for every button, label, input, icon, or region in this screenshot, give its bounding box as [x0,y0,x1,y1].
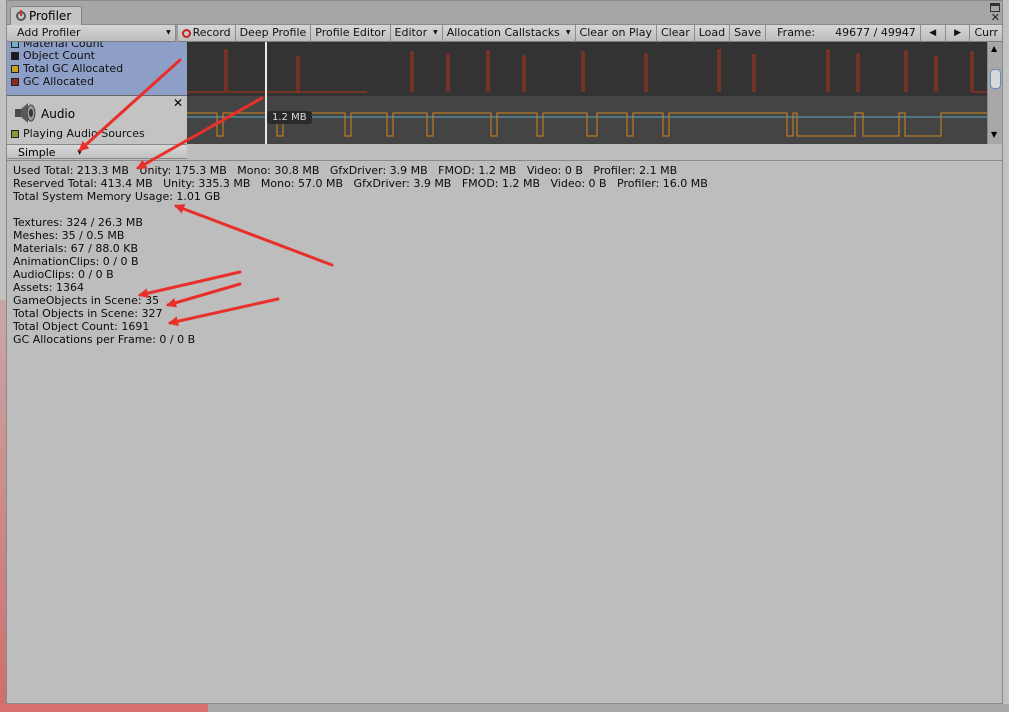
legend-label: Playing Audio Sources [23,127,145,140]
chart-value-tooltip: 1.2 MB [267,111,312,124]
memory-stats-panel: Used Total: 213.3 MB Unity: 175.3 MB Mon… [7,160,1002,703]
memory-module[interactable]: Material Count Object Count Total GC All… [7,42,187,96]
scroll-up-icon[interactable]: ▲ [991,44,997,53]
dropdown-arrow-icon: ▼ [565,29,571,36]
memory-chart-graph [187,49,987,93]
profiler-window: Profiler ✕ Add Profiler ▼ Record Deep Pr… [6,0,1003,704]
scroll-down-icon[interactable]: ▼ [991,130,997,139]
total-objects-in-scene-line: Total Objects in Scene: 327 [13,307,163,320]
view-mode-label: Simple [18,145,56,159]
gc-allocations-line: GC Allocations per Frame: 0 / 0 B [13,333,196,346]
record-icon [181,28,191,38]
allocation-callstacks-label: Allocation Callstacks [446,26,560,39]
modules-scrollbar[interactable]: ▲ ▼ [987,42,1002,144]
profiler-toolbar: Add Profiler ▼ Record Deep Profile Profi… [7,24,1002,42]
save-button[interactable]: Save [730,24,767,42]
clear-on-play-button[interactable]: Clear on Play [576,24,657,42]
audio-module[interactable]: Audio ✕ Playing Audio Sources [7,96,187,144]
meshes-line: Meshes: 35 / 0.5 MB [13,229,125,242]
profile-editor-button[interactable]: Profile Editor [311,24,391,42]
arrow-left-icon: ◀ [929,28,937,38]
record-label: Record [192,26,231,39]
tab-profiler[interactable]: Profiler [10,6,82,25]
legend-swatch [11,42,19,48]
window-close-icon[interactable]: ✕ [991,12,1000,23]
memory-chart[interactable] [187,42,987,96]
profiler-modules-list: Material Count Object Count Total GC All… [7,42,187,144]
gameobjects-in-scene-line: GameObjects in Scene: 35 [13,294,160,307]
next-frame-button[interactable]: ▶ [946,24,971,42]
view-mode-dropdown[interactable]: Simple ▼ [12,145,84,159]
editor-dropdown[interactable]: Editor ▼ [391,24,443,42]
view-mode-bar: Simple ▼ [7,144,187,159]
legend-swatch [11,77,19,86]
load-button[interactable]: Load [695,24,731,42]
editor-label: Editor [394,26,428,39]
legend-swatch [11,51,19,60]
materials-line: Materials: 67 / 88.0 KB [13,242,139,255]
audio-clips-line: AudioClips: 0 / 0 B [13,268,114,281]
add-profiler-dropdown[interactable]: Add Profiler ▼ [7,24,176,42]
profiler-icon [16,10,26,21]
frame-counter: 49677 / 49947 [825,24,921,42]
deep-profile-button[interactable]: Deep Profile [236,24,312,42]
legend-item[interactable]: Total GC Allocated [11,62,123,75]
legend-item[interactable]: Playing Audio Sources [11,127,145,140]
legend-item[interactable]: GC Allocated [11,75,94,88]
clear-button[interactable]: Clear [657,24,695,42]
tab-strip: Profiler ✕ [7,1,1002,25]
close-icon[interactable]: ✕ [173,96,183,110]
dropdown-arrow-icon: ▼ [166,29,171,36]
legend-label: Total GC Allocated [23,62,124,75]
dropdown-arrow-icon: ▼ [77,148,82,156]
reserved-total-line: Reserved Total: 413.4 MB Unity: 335.3 MB… [13,177,708,190]
legend-label: Object Count [23,49,95,62]
add-profiler-label: Add Profiler [17,26,81,39]
previous-frame-button[interactable]: ◀ [921,24,946,42]
tab-profiler-label: Profiler [29,9,72,23]
system-memory-line: Total System Memory Usage: 1.01 GB [13,190,221,203]
scrollbar-thumb[interactable] [990,69,1001,89]
arrow-right-icon: ▶ [954,28,962,38]
animation-clips-line: AnimationClips: 0 / 0 B [13,255,139,268]
allocation-callstacks-dropdown[interactable]: Allocation Callstacks ▼ [443,24,576,42]
audio-module-title: Audio [41,107,76,121]
legend-label: GC Allocated [23,75,94,88]
legend-swatch [11,129,19,138]
background-bottom-strip [0,704,1009,712]
used-total-line: Used Total: 213.3 MB Unity: 175.3 MB Mon… [13,164,678,177]
frame-cursor[interactable] [265,42,267,144]
current-frame-button[interactable]: Curr [970,25,1002,42]
legend-item[interactable]: Object Count [11,49,95,62]
textures-line: Textures: 324 / 26.3 MB [13,216,143,229]
total-object-count-line: Total Object Count: 1691 [13,320,150,333]
frame-label: Frame: [777,26,816,39]
assets-line: Assets: 1364 [13,281,84,294]
dropdown-arrow-icon: ▼ [433,29,438,36]
legend-swatch [11,64,19,73]
record-button[interactable]: Record [178,24,236,42]
speaker-icon [15,103,36,123]
